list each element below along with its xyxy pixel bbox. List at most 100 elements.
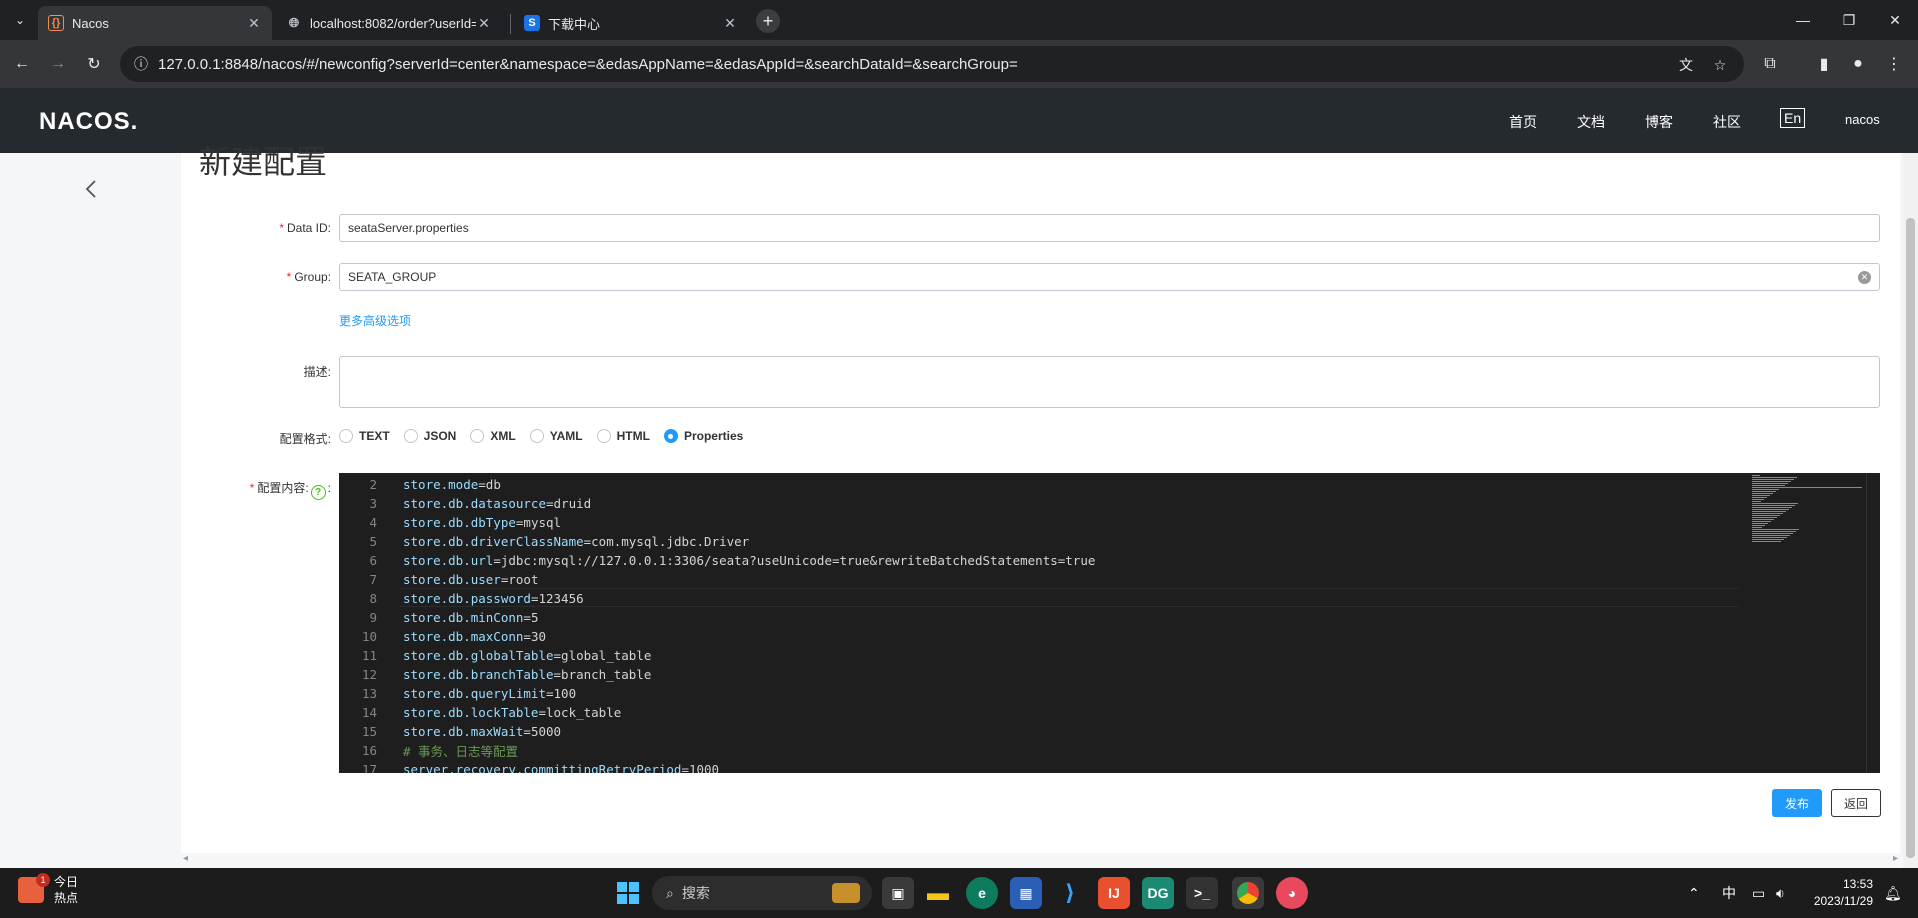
minimize-button[interactable]: — (1780, 0, 1826, 40)
radio-circle[interactable] (529, 429, 544, 443)
nav-blog[interactable]: 博客 (1645, 112, 1673, 132)
format-radio-text[interactable]: TEXT (339, 429, 390, 443)
app-icon[interactable]: ◕ (1276, 877, 1308, 909)
volume-icon[interactable]: 🔉︎ (1776, 868, 1785, 918)
site-info-icon[interactable]: ⓘ (134, 54, 148, 74)
editor-line[interactable]: 14 store.db.lockTable=lock_table (339, 703, 1739, 722)
nav-community[interactable]: 社区 (1713, 112, 1741, 132)
intellij-icon[interactable]: IJ (1098, 877, 1130, 909)
radio-circle[interactable] (403, 429, 418, 443)
scrollbar-thumb[interactable] (1906, 218, 1915, 858)
editor-line[interactable]: 8 store.db.password=123456 (339, 589, 1739, 608)
line-code: server.recovery.committingRetryPeriod=10… (403, 762, 719, 773)
editor-line[interactable]: 9 store.db.minConn=5 (339, 608, 1739, 627)
tab-download-center[interactable]: S 下载中心 ✕ (514, 6, 748, 40)
language-switch[interactable]: En (1780, 108, 1806, 128)
task-view-icon[interactable]: ▣ (882, 877, 914, 909)
back-icon[interactable]: ← (8, 50, 36, 78)
editor-line[interactable]: 13 store.db.queryLimit=100 (339, 684, 1739, 703)
back-button[interactable]: 返回 (1831, 789, 1881, 817)
editor-line[interactable]: 2 store.mode=db (339, 475, 1739, 494)
editor-line[interactable]: 11 store.db.globalTable=global_table (339, 646, 1739, 665)
editor-line[interactable]: 17 server.recovery.committingRetryPeriod=… (339, 760, 1739, 773)
nacos-logo[interactable]: NACOS. (39, 108, 138, 136)
page-scrollbar[interactable] (1903, 153, 1918, 868)
back-arrow-icon[interactable] (80, 177, 104, 201)
close-window-button[interactable]: ✕ (1872, 0, 1918, 40)
network-icon[interactable]: ▭ (1752, 868, 1765, 918)
notification-bell-icon[interactable]: 🔔︎ (1884, 868, 1902, 918)
sidepanel-icon[interactable]: ▮ (1810, 50, 1838, 78)
format-radio-properties[interactable]: Properties (663, 429, 743, 443)
close-icon[interactable]: ✕ (246, 15, 262, 31)
horizontal-scrollbar[interactable]: ◂ ▸ (181, 853, 1900, 867)
radio-circle[interactable] (596, 429, 611, 443)
editor-line[interactable]: 3 store.db.datasource=druid (339, 494, 1739, 513)
file-explorer-icon[interactable]: ▬ (922, 877, 954, 909)
store-icon[interactable]: ▦ (1010, 877, 1042, 909)
nav-docs[interactable]: 文档 (1577, 112, 1605, 132)
help-icon[interactable]: ? (310, 485, 326, 500)
bookmark-star-icon[interactable]: ☆ (1710, 55, 1730, 75)
clear-icon[interactable]: ✕ (1858, 271, 1871, 284)
editor-line[interactable]: 5 store.db.driverClassName=com.mysql.jdbc… (339, 532, 1739, 551)
menu-icon[interactable]: ⋮ (1880, 50, 1908, 78)
tab-localhost-order[interactable]: 🌐︎ localhost:8082/order?userId= ✕ (276, 6, 502, 40)
property-key: store.db.datasource (403, 496, 546, 511)
ime-indicator[interactable]: 中 (1722, 868, 1736, 918)
tab-nacos[interactable]: {} Nacos ✕ (38, 6, 272, 40)
editor-line[interactable]: 10 store.db.maxConn=30 (339, 627, 1739, 646)
editor-scrollbar[interactable] (1866, 473, 1880, 773)
data-id-label-text: Data ID: (286, 221, 331, 235)
windows-start-icon[interactable] (612, 877, 644, 909)
property-key: server.recovery.committingRetryPeriod (403, 762, 682, 773)
vscode-icon[interactable]: ⟩ (1054, 877, 1086, 909)
editor-minimap[interactable] (1752, 475, 1872, 555)
terminal-icon[interactable]: >_ (1186, 877, 1218, 909)
editor-line[interactable]: 6 store.db.url=jdbc:mysql://127.0.0.1:330… (339, 551, 1739, 570)
group-input[interactable]: SEATA_GROUP ✕ (339, 263, 1880, 291)
radio-circle-selected[interactable] (663, 429, 678, 443)
editor-line[interactable]: 16 # 事务、日志等配置 (339, 741, 1739, 760)
forward-icon[interactable]: → (44, 50, 72, 78)
taskbar-search[interactable]: ⌕ 搜索 (652, 876, 872, 910)
close-icon[interactable]: ✕ (722, 15, 738, 31)
reload-icon[interactable]: ↻ (80, 50, 108, 78)
close-icon[interactable]: ✕ (476, 15, 492, 31)
profile-icon[interactable]: ● (1844, 50, 1872, 78)
tab-search-button[interactable]: ⌄ (8, 8, 32, 32)
property-key: store.db.url (403, 553, 494, 568)
format-radio-json[interactable]: JSON (403, 429, 456, 443)
code-comment: # 事务、日志等配置 (403, 744, 519, 759)
extensions-icon[interactable]: ⧉ (1756, 50, 1784, 78)
advanced-options-link[interactable]: 更多高级选项 (339, 312, 411, 329)
radio-circle[interactable] (339, 429, 353, 443)
editor-line[interactable]: 15 store.db.maxWait=5000 (339, 722, 1739, 741)
format-radio-html[interactable]: HTML (596, 429, 650, 443)
code-editor[interactable]: 2 store.mode=db 3 store.db.datasource=druid… (339, 473, 1880, 773)
format-radio-yaml[interactable]: YAML (529, 429, 583, 443)
publish-button[interactable]: 发布 (1772, 789, 1822, 817)
chrome-icon[interactable] (1232, 877, 1264, 909)
editor-line[interactable]: 7 store.db.user=root (339, 570, 1739, 589)
restore-button[interactable]: ❐ (1826, 0, 1872, 40)
radio-circle[interactable] (470, 429, 485, 443)
user-name[interactable]: nacos (1845, 112, 1880, 127)
translate-icon[interactable]: 文 (1676, 55, 1696, 75)
scroll-left-icon[interactable]: ◂ (183, 853, 188, 864)
description-textarea[interactable] (339, 356, 1880, 408)
editor-line[interactable]: 4 store.db.dbType=mysql (339, 513, 1739, 532)
format-radio-xml[interactable]: XML (470, 429, 516, 443)
system-clock[interactable]: 13:53 2023/11/29 (1805, 876, 1873, 910)
edge-icon[interactable]: e (966, 877, 998, 909)
nav-home[interactable]: 首页 (1509, 112, 1537, 132)
widgets-button[interactable]: 1 今日 热点 (18, 873, 78, 906)
new-tab-button[interactable]: + (756, 9, 780, 33)
editor-line[interactable]: 12 store.db.branchTable=branch_table (339, 665, 1739, 684)
tray-chevron-icon[interactable]: ⌃ (1688, 868, 1700, 918)
datagrip-icon[interactable]: DG (1142, 877, 1174, 909)
data-id-input[interactable]: seataServer.properties (339, 214, 1880, 242)
scroll-right-icon[interactable]: ▸ (1893, 853, 1898, 864)
line-number: 6 (369, 553, 377, 568)
address-bar[interactable]: ⓘ 127.0.0.1:8848/nacos/#/newconfig?serve… (120, 46, 1744, 82)
